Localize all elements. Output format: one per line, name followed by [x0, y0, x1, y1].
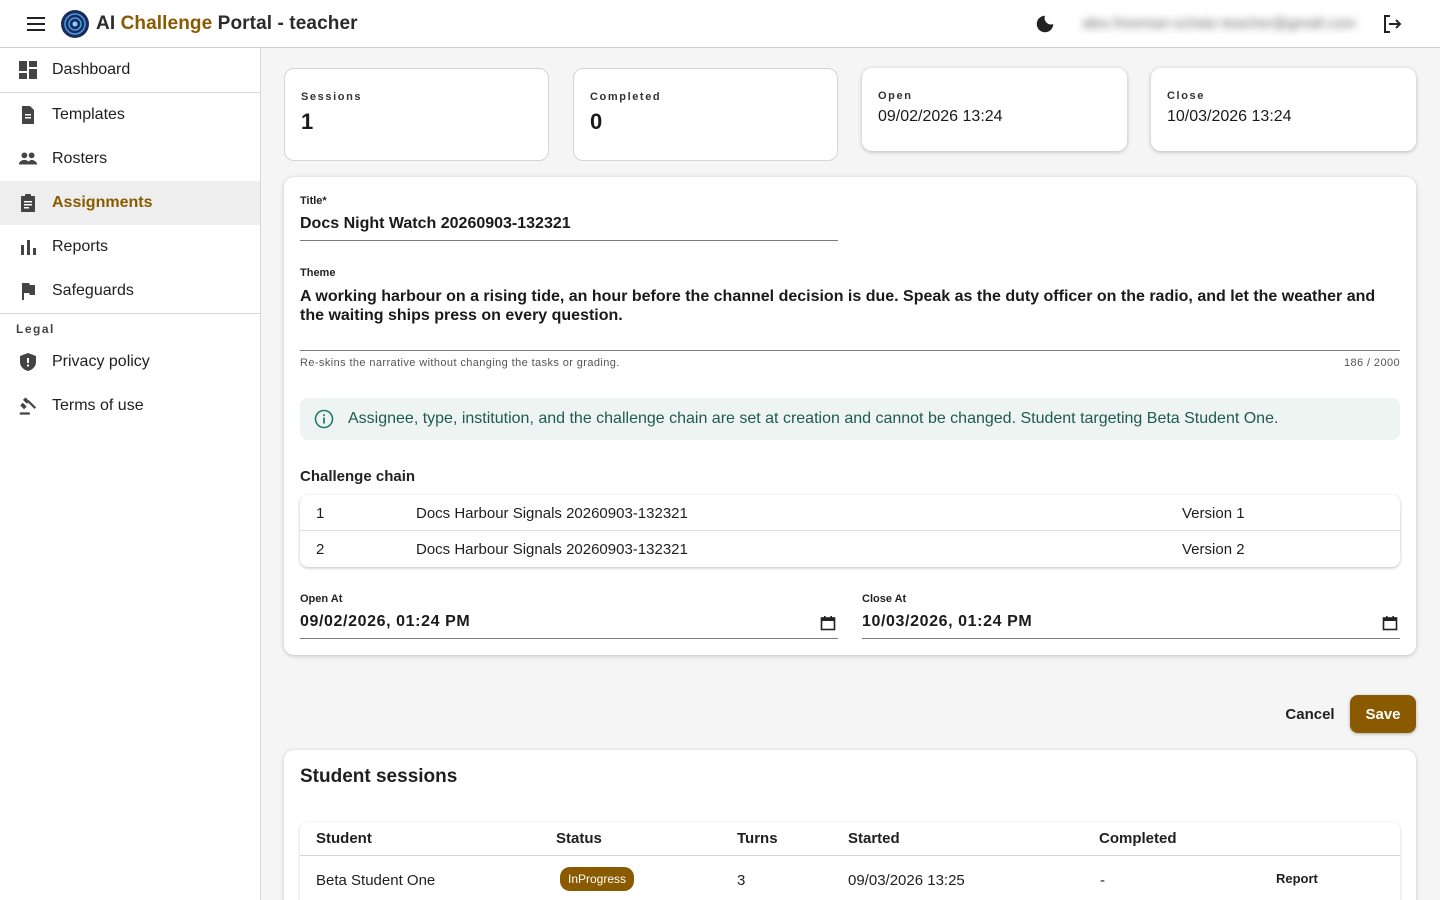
flag-icon: [18, 281, 38, 301]
column-header-started: Started: [848, 830, 900, 847]
sidebar-item-terms-of-use[interactable]: Terms of use: [0, 384, 260, 428]
sidebar-item-privacy-policy[interactable]: Privacy policy: [0, 340, 260, 384]
sidebar-item-assignments[interactable]: Assignments: [0, 181, 260, 225]
stat-card-close: Close 10/03/2026 13:24: [1151, 68, 1416, 151]
stat-label: Open: [878, 90, 913, 102]
top-app-bar: AI Challenge Portal - teacher alex.freem…: [0, 0, 1440, 48]
close-at-input[interactable]: 10/03/2026, 01:24 PM: [862, 613, 1032, 631]
student-sessions-table: Student Status Turns Started Completed B…: [300, 822, 1400, 900]
shield-icon: [18, 352, 38, 372]
table-row: 2 Docs Harbour Signals 20260903-132321 V…: [300, 531, 1400, 567]
chain-version: Version 1: [1182, 505, 1245, 522]
theme-helper-text: Re-skins the narrative without changing …: [300, 357, 620, 369]
people-icon: [18, 149, 38, 169]
column-header-status: Status: [556, 830, 602, 847]
user-email: alex.freeman-schatz-teacher@gmail.com: [1082, 15, 1356, 32]
session-student: Beta Student One: [316, 872, 436, 889]
dashboard-icon: [18, 60, 38, 80]
sidebar-nav: Dashboard Templates Rosters Assignments …: [0, 48, 261, 900]
sidebar-item-label: Terms of use: [52, 397, 144, 414]
logout-icon[interactable]: [1380, 12, 1404, 36]
chain-index: 2: [316, 541, 325, 558]
sidebar-item-label: Templates: [52, 106, 125, 123]
title-field[interactable]: Docs Night Watch 20260903-132321: [300, 215, 571, 233]
chain-version: Version 2: [1182, 541, 1245, 558]
challenge-chain-table: 1 Docs Harbour Signals 20260903-132321 V…: [300, 495, 1400, 567]
report-button[interactable]: Report: [1276, 871, 1318, 886]
assignment-form: Title* Docs Night Watch 20260903-132321 …: [284, 177, 1416, 655]
sidebar-item-label: Safeguards: [52, 282, 134, 299]
stat-label: Completed: [590, 91, 662, 103]
sidebar-item-safeguards[interactable]: Safeguards: [0, 269, 260, 313]
stat-value: 09/02/2026 13:24: [878, 108, 1003, 125]
save-button[interactable]: Save: [1350, 695, 1416, 733]
stat-value: 10/03/2026 13:24: [1167, 108, 1292, 125]
sidebar-item-label: Assignments: [52, 194, 153, 211]
column-header-turns: Turns: [737, 830, 778, 847]
sidebar-item-label: Privacy policy: [52, 353, 150, 370]
title-field-label: Title*: [300, 195, 327, 207]
chain-index: 1: [316, 505, 325, 522]
cancel-button[interactable]: Cancel: [1275, 698, 1345, 730]
stat-card-sessions: Sessions 1: [284, 68, 549, 161]
table-row: 1 Docs Harbour Signals 20260903-132321 V…: [300, 495, 1400, 531]
stat-label: Close: [1167, 90, 1205, 102]
info-alert-text: Assignee, type, institution, and the cha…: [348, 410, 1279, 427]
status-badge: InProgress: [560, 867, 635, 891]
dark-mode-toggle-icon[interactable]: [1034, 13, 1056, 35]
stat-card-open: Open 09/02/2026 13:24: [862, 68, 1127, 151]
session-started: 09/03/2026 13:25: [848, 872, 965, 889]
app-title: AI Challenge Portal - teacher: [96, 13, 358, 35]
main-content: Sessions 1 Completed 0 Open 09/02/2026 1…: [261, 48, 1440, 900]
challenge-chain-title: Challenge chain: [300, 468, 416, 485]
sidebar-item-templates[interactable]: Templates: [0, 93, 260, 137]
sidebar-item-reports[interactable]: Reports: [0, 225, 260, 269]
sidebar-item-label: Reports: [52, 238, 109, 255]
sidebar-section-legal: Legal: [16, 322, 55, 336]
sidebar-item-label: Dashboard: [52, 61, 131, 78]
theme-field[interactable]: A working harbour on a rising tide, an h…: [300, 287, 1390, 325]
document-icon: [18, 105, 38, 125]
info-alert: Assignee, type, institution, and the cha…: [300, 398, 1400, 440]
stat-label: Sessions: [301, 91, 363, 103]
info-icon: [314, 409, 334, 429]
bar-chart-icon: [18, 237, 38, 257]
stat-value: 0: [590, 109, 603, 134]
column-header-student: Student: [316, 830, 372, 847]
sidebar-item-rosters[interactable]: Rosters: [0, 137, 260, 181]
app-title-suffix: Portal - teacher: [212, 12, 358, 34]
session-turns: 3: [737, 872, 746, 889]
theme-char-counter: 186 / 2000: [1344, 357, 1400, 369]
sidebar-item-label: Rosters: [52, 150, 108, 167]
close-at-label: Close At: [862, 593, 907, 605]
open-at-input[interactable]: 09/02/2026, 01:24 PM: [300, 613, 470, 631]
theme-field-label: Theme: [300, 267, 336, 279]
clipboard-icon: [18, 193, 38, 213]
stat-card-completed: Completed 0: [573, 68, 838, 161]
calendar-icon[interactable]: [820, 615, 836, 631]
chain-name: Docs Harbour Signals 20260903-132321: [416, 505, 688, 522]
column-header-completed: Completed: [1099, 830, 1177, 847]
calendar-icon[interactable]: [1382, 615, 1398, 631]
gavel-icon: [18, 396, 38, 416]
app-title-prefix: AI: [96, 12, 121, 34]
stat-value: 1: [301, 109, 314, 134]
student-sessions-card: Student sessions Student Status Turns St…: [284, 750, 1416, 900]
app-title-accent: Challenge: [120, 12, 213, 34]
theme-field-underline: [300, 350, 1400, 351]
student-sessions-title: Student sessions: [300, 766, 458, 787]
table-header: Student Status Turns Started Completed: [300, 822, 1400, 856]
menu-icon[interactable]: [22, 10, 50, 38]
open-at-underline: [300, 638, 838, 639]
chain-name: Docs Harbour Signals 20260903-132321: [416, 541, 688, 558]
sidebar-item-dashboard[interactable]: Dashboard: [0, 48, 260, 92]
app-logo: [61, 9, 89, 38]
table-row: Beta Student One InProgress 3 09/03/2026…: [300, 857, 1400, 900]
session-completed: -: [1100, 872, 1105, 889]
close-at-underline: [862, 638, 1400, 639]
open-at-label: Open At: [300, 593, 343, 605]
title-field-underline: [300, 240, 838, 241]
